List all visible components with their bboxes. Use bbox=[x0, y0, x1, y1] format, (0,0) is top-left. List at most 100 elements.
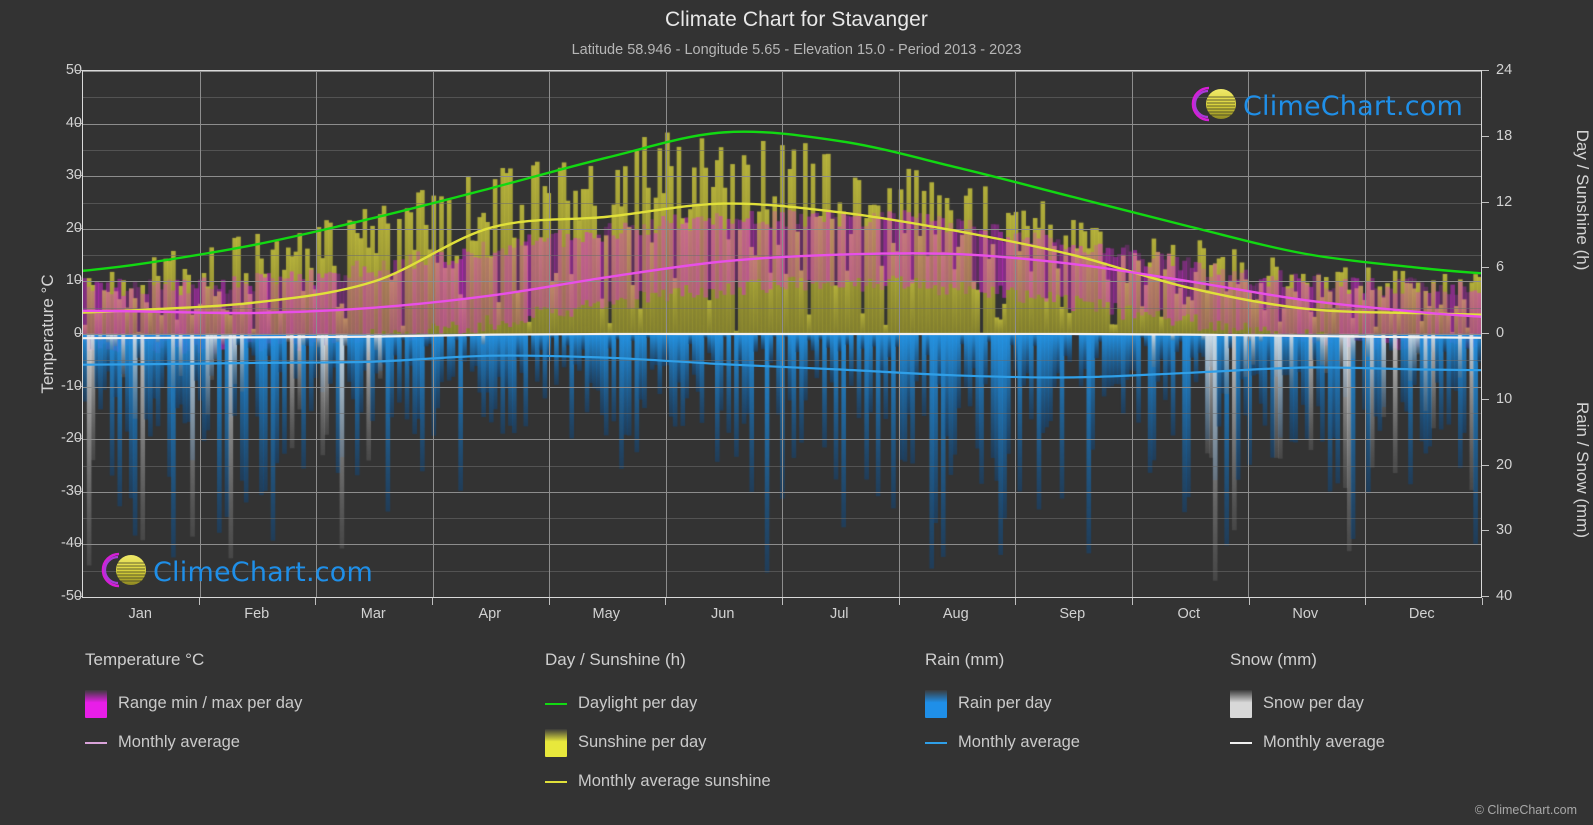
left-tick-mark bbox=[75, 175, 82, 177]
right-tick-mark bbox=[1482, 70, 1489, 71]
climechart-logo-icon-2 bbox=[97, 549, 153, 596]
climechart-logo-icon bbox=[1187, 83, 1243, 130]
legend-item[interactable]: Rain per day bbox=[925, 684, 1080, 723]
legend-swatch-icon bbox=[925, 689, 947, 718]
left-tick-label: -30 bbox=[61, 482, 82, 499]
right-tick-mark bbox=[1482, 267, 1489, 269]
legend-item-label: Daylight per day bbox=[578, 694, 698, 712]
right-top-axis-title: Day / Sunshine (h) bbox=[1573, 129, 1592, 271]
legend-item[interactable]: Monthly average bbox=[85, 723, 302, 762]
x-tick-label: Aug bbox=[942, 606, 969, 622]
watermark-text-bottom: ClimeChart.com bbox=[153, 557, 374, 588]
legend-line-icon bbox=[85, 741, 107, 744]
legend-item-label: Rain per day bbox=[958, 694, 1052, 712]
legend-group: Temperature °C Range min / max per day Mon… bbox=[85, 650, 302, 762]
right-top-tick-label: 0 bbox=[1496, 325, 1505, 341]
x-tick-mark bbox=[1015, 598, 1016, 605]
chart-curves bbox=[83, 130, 1481, 379]
right-tick-mark bbox=[1482, 530, 1489, 532]
watermark-logo-bottom: ClimeChart.com bbox=[97, 549, 373, 596]
snow-average-curve bbox=[83, 332, 1481, 340]
legend-item-label: Snow per day bbox=[1263, 694, 1364, 712]
right-tick-mark bbox=[1482, 398, 1489, 400]
right-tick-mark bbox=[1482, 201, 1489, 203]
copyright-text: © ClimeChart.com bbox=[1474, 803, 1577, 817]
right-bottom-tick-label: 30 bbox=[1496, 522, 1513, 539]
legend-group-title: Day / Sunshine (h) bbox=[545, 650, 686, 669]
legend-item-label: Monthly average sunshine bbox=[578, 772, 771, 790]
left-tick-label: 40 bbox=[65, 114, 82, 131]
x-tick-mark bbox=[549, 598, 550, 605]
x-tick-label: Feb bbox=[244, 606, 270, 622]
left-tick-label: -20 bbox=[61, 430, 82, 447]
right-bottom-tick-label: 10 bbox=[1496, 390, 1513, 407]
rain-average-curve bbox=[83, 354, 1481, 379]
legend-group-title: Snow (mm) bbox=[1230, 650, 1317, 669]
x-tick-mark bbox=[899, 598, 900, 605]
legend-item[interactable]: Monthly average bbox=[1230, 723, 1385, 762]
legend-item[interactable]: Monthly average bbox=[925, 723, 1080, 762]
right-tick-mark bbox=[1482, 135, 1489, 137]
right-tick-mark bbox=[1482, 333, 1489, 334]
x-tick-mark bbox=[1482, 598, 1483, 605]
legend-line-icon bbox=[545, 780, 567, 783]
right-bottom-axis-title: Rain / Snow (mm) bbox=[1573, 401, 1592, 539]
legend-line-icon bbox=[1230, 741, 1252, 744]
legend-group: Day / Sunshine (h) Daylight per day Sunshi… bbox=[545, 650, 771, 801]
right-tick-mark bbox=[1482, 596, 1489, 597]
x-tick-mark bbox=[199, 598, 200, 605]
chart-legend: Temperature °C Range min / max per day Mon… bbox=[0, 650, 1593, 810]
left-tick-label: 20 bbox=[65, 219, 82, 236]
watermark-text-top: ClimeChart.com bbox=[1242, 91, 1463, 122]
right-bottom-tick-label: 40 bbox=[1496, 588, 1513, 604]
legend-item-label: Sunshine per day bbox=[578, 733, 707, 751]
gridline-h bbox=[83, 597, 1481, 598]
x-tick-label: Oct bbox=[1177, 606, 1201, 622]
left-tick-label: -10 bbox=[61, 377, 82, 394]
legend-swatch-icon bbox=[1230, 689, 1252, 718]
legend-group-title: Rain (mm) bbox=[925, 650, 1005, 669]
left-tick-label: 0 bbox=[73, 325, 82, 341]
right-top-tick-label: 24 bbox=[1496, 62, 1513, 78]
x-tick-label: Mar bbox=[360, 606, 386, 622]
page-subtitle: Latitude 58.946 - Longitude 5.65 - Eleva… bbox=[571, 42, 1022, 58]
legend-swatch-icon bbox=[85, 689, 107, 718]
legend-line-icon bbox=[545, 702, 567, 705]
legend-item[interactable]: Range min / max per day bbox=[85, 684, 302, 723]
x-tick-mark bbox=[1249, 598, 1250, 605]
right-top-tick-label: 18 bbox=[1496, 127, 1513, 144]
left-tick-mark bbox=[75, 333, 82, 334]
left-tick-mark bbox=[75, 280, 82, 282]
right-bottom-tick-label: 20 bbox=[1496, 456, 1513, 473]
legend-item-label: Monthly average bbox=[1263, 733, 1385, 751]
legend-group: Rain (mm) Rain per day Monthly average bbox=[925, 650, 1080, 762]
left-tick-label: -50 bbox=[61, 588, 82, 604]
x-tick-mark bbox=[1132, 598, 1133, 605]
watermark-logo-top: ClimeChart.com bbox=[1187, 83, 1463, 130]
left-tick-mark bbox=[75, 543, 82, 545]
daylight-curve bbox=[83, 130, 1481, 275]
legend-item[interactable]: Sunshine per day bbox=[545, 723, 771, 762]
climate-chart-plot[interactable]: ClimeChart.com ClimeChart.com bbox=[82, 70, 1482, 598]
legend-item[interactable]: Daylight per day bbox=[545, 684, 771, 723]
page-title: Climate Chart for Stavanger bbox=[665, 8, 928, 31]
left-tick-label: 50 bbox=[65, 62, 82, 78]
x-tick-label: Nov bbox=[1292, 606, 1319, 622]
right-tick-mark bbox=[1482, 464, 1489, 466]
left-tick-mark bbox=[75, 385, 82, 387]
left-tick-label: 30 bbox=[65, 167, 82, 184]
x-tick-label: Jan bbox=[128, 606, 152, 622]
left-tick-mark bbox=[75, 227, 82, 229]
legend-group: Snow (mm) Snow per day Monthly average bbox=[1230, 650, 1385, 762]
legend-swatch-icon bbox=[545, 728, 567, 757]
sunshine-average-curve bbox=[83, 202, 1481, 316]
left-tick-label: 10 bbox=[65, 272, 82, 289]
x-tick-mark bbox=[1365, 598, 1366, 605]
x-tick-label: Apr bbox=[478, 606, 502, 622]
x-tick-label: Jun bbox=[711, 606, 735, 622]
legend-line-icon bbox=[925, 741, 947, 744]
legend-item[interactable]: Snow per day bbox=[1230, 684, 1385, 723]
left-tick-mark bbox=[75, 122, 82, 124]
legend-item[interactable]: Monthly average sunshine bbox=[545, 762, 771, 801]
left-tick-mark bbox=[75, 70, 82, 71]
